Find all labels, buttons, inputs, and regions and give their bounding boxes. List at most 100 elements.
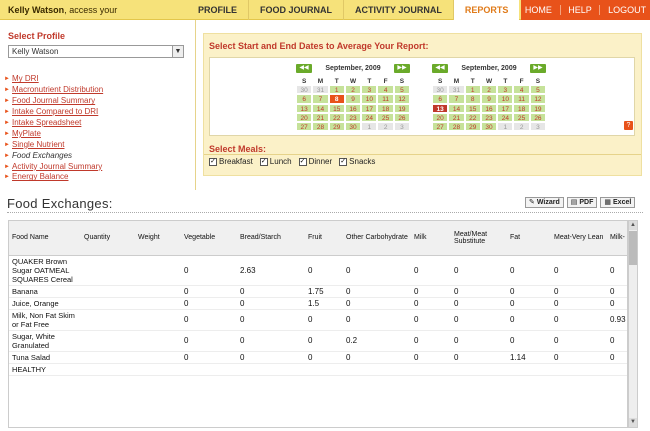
- calendar-day[interactable]: 12: [529, 94, 547, 104]
- calendar-day[interactable]: 3: [393, 121, 411, 132]
- calendar-day[interactable]: 10: [361, 94, 378, 104]
- meal-dinner[interactable]: ✓ Dinner: [298, 157, 332, 166]
- calendar-day[interactable]: 1: [361, 121, 378, 132]
- calendar-day[interactable]: 20: [296, 112, 313, 122]
- calendar-day[interactable]: 7: [312, 94, 329, 104]
- calendar-day[interactable]: 9: [480, 94, 498, 104]
- calendar-day[interactable]: 15: [464, 103, 481, 113]
- calendar-day[interactable]: 4: [513, 85, 530, 95]
- calendar-day[interactable]: 5: [529, 85, 547, 95]
- meal-breakfast[interactable]: ✓ Breakfast: [209, 157, 253, 166]
- profile-select[interactable]: Kelly Watson ▼: [8, 45, 184, 58]
- pdf-button[interactable]: ▤ PDF: [566, 197, 598, 208]
- checkbox-checked-icon[interactable]: ✓: [298, 157, 307, 166]
- calendar-day[interactable]: 13: [432, 103, 449, 113]
- calendar-day[interactable]: 24: [497, 112, 514, 122]
- tab-reports[interactable]: REPORTS: [453, 0, 520, 20]
- calendar-day[interactable]: 6: [432, 94, 449, 104]
- calendar-day[interactable]: 2: [513, 121, 530, 132]
- calendar-day[interactable]: 14: [312, 103, 329, 113]
- calendar-day[interactable]: 17: [497, 103, 514, 113]
- calendar-day[interactable]: 23: [480, 112, 498, 122]
- meal-snacks[interactable]: ✓ Snacks: [339, 157, 375, 166]
- calendar-day[interactable]: 1: [497, 121, 514, 132]
- calendar-day[interactable]: 8: [328, 94, 345, 104]
- menu-item-myplate[interactable]: ► MyPlate: [4, 128, 103, 139]
- help-icon[interactable]: ?: [624, 121, 633, 130]
- calendar-day[interactable]: 15: [328, 103, 345, 113]
- chevron-down-icon[interactable]: ▼: [172, 46, 183, 57]
- calendar-day[interactable]: 26: [529, 112, 547, 122]
- calendar-day[interactable]: 16: [480, 103, 498, 113]
- calendar-day[interactable]: 8: [464, 94, 481, 104]
- menu-item-energy-balance[interactable]: ► Energy Balance: [4, 172, 103, 183]
- menu-item-food-journal-summary[interactable]: ► Food Journal Summary: [4, 96, 103, 107]
- prev-month-icon[interactable]: ◀◀: [296, 63, 312, 73]
- calendar-day[interactable]: 27: [432, 121, 449, 132]
- next-month-icon[interactable]: ▶▶: [393, 63, 410, 73]
- calendar-day[interactable]: 10: [497, 94, 514, 104]
- checkbox-checked-icon[interactable]: ✓: [339, 157, 348, 166]
- calendar-day[interactable]: 23: [344, 112, 362, 122]
- tab-activity-journal[interactable]: ACTIVITY JOURNAL: [344, 0, 454, 20]
- calendar-day[interactable]: 12: [393, 94, 411, 104]
- calendar-day[interactable]: 14: [448, 103, 465, 113]
- menu-item-intake-spreadsheet[interactable]: ► Intake Spreadsheet: [4, 118, 103, 129]
- calendar-day[interactable]: 25: [513, 112, 530, 122]
- calendar-day[interactable]: 22: [464, 112, 481, 122]
- scroll-down-icon[interactable]: ▼: [629, 418, 637, 427]
- calendar-day[interactable]: 22: [328, 112, 345, 122]
- calendar-day[interactable]: 2: [480, 85, 498, 95]
- calendar-day[interactable]: 29: [328, 121, 345, 132]
- logout-link[interactable]: LOGOUT: [608, 5, 646, 15]
- calendar-day[interactable]: 1: [464, 85, 481, 95]
- calendar-day[interactable]: 9: [344, 94, 362, 104]
- calendar-day[interactable]: 31: [312, 85, 329, 95]
- calendar-day[interactable]: 5: [393, 85, 411, 95]
- menu-item-intake-dri[interactable]: ► Intake Compared to DRI: [4, 107, 103, 118]
- calendar-day[interactable]: 11: [513, 94, 530, 104]
- calendar-day[interactable]: 21: [448, 112, 465, 122]
- menu-item-activity-journal-summary[interactable]: ► Activity Journal Summary: [4, 161, 103, 172]
- calendar-day[interactable]: 25: [377, 112, 394, 122]
- checkbox-checked-icon[interactable]: ✓: [209, 157, 217, 166]
- calendar-day[interactable]: 29: [464, 121, 481, 132]
- calendar-day[interactable]: 19: [393, 103, 411, 113]
- calendar-day[interactable]: 16: [344, 103, 362, 113]
- next-month-icon[interactable]: ▶▶: [529, 63, 546, 73]
- calendar-day[interactable]: 31: [448, 85, 465, 95]
- calendar-day[interactable]: 3: [361, 85, 378, 95]
- vertical-scrollbar[interactable]: ▲ ▼: [628, 220, 638, 428]
- calendar-day[interactable]: 4: [377, 85, 394, 95]
- help-link[interactable]: HELP: [568, 5, 592, 15]
- checkbox-checked-icon[interactable]: ✓: [259, 157, 268, 166]
- menu-item-single-nutrient[interactable]: ► Single Nutrient: [4, 139, 103, 150]
- calendar-day[interactable]: 27: [296, 121, 313, 132]
- calendar-day[interactable]: 13: [296, 103, 313, 113]
- scroll-thumb[interactable]: [629, 231, 637, 265]
- meal-lunch[interactable]: ✓ Lunch: [259, 157, 292, 166]
- wizard-button[interactable]: ✎ Wizard: [525, 197, 564, 208]
- tab-profile[interactable]: PROFILE: [187, 0, 250, 20]
- calendar-day[interactable]: 2: [344, 85, 362, 95]
- calendar-day[interactable]: 18: [377, 103, 394, 113]
- calendar-day[interactable]: 3: [529, 121, 547, 132]
- home-link[interactable]: HOME: [525, 5, 552, 15]
- calendar-day[interactable]: 24: [361, 112, 378, 122]
- calendar-day[interactable]: 17: [361, 103, 378, 113]
- calendar-day[interactable]: 3: [497, 85, 514, 95]
- calendar-day[interactable]: 30: [296, 85, 313, 95]
- calendar-day[interactable]: 11: [377, 94, 394, 104]
- calendar-day[interactable]: 19: [529, 103, 547, 113]
- calendar-day[interactable]: 20: [432, 112, 449, 122]
- tab-food-journal[interactable]: FOOD JOURNAL: [249, 0, 345, 20]
- calendar-day[interactable]: 6: [296, 94, 313, 104]
- excel-button[interactable]: ▦ Excel: [600, 197, 636, 208]
- menu-item-macronutrient[interactable]: ► Macronutrient Distribution: [4, 85, 103, 96]
- calendar-day[interactable]: 2: [377, 121, 394, 132]
- calendar-day[interactable]: 26: [393, 112, 411, 122]
- calendar-day[interactable]: 21: [312, 112, 329, 122]
- prev-month-icon[interactable]: ◀◀: [432, 63, 448, 73]
- calendar-day[interactable]: 7: [448, 94, 465, 104]
- calendar-day[interactable]: 30: [432, 85, 449, 95]
